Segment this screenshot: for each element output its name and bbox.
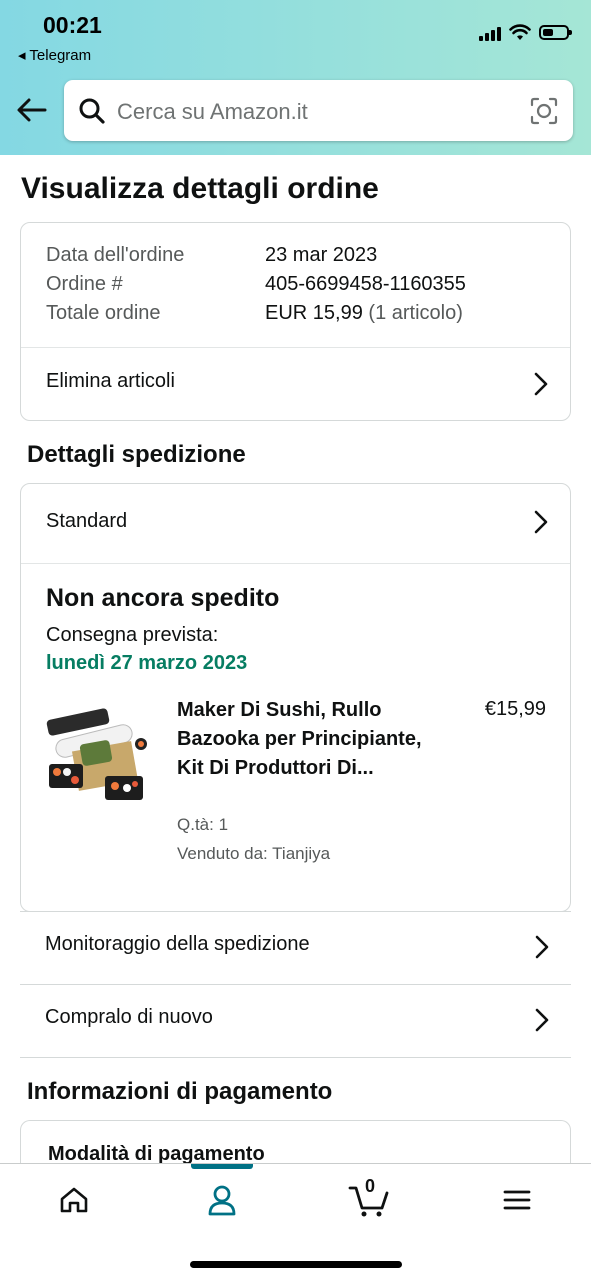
back-arrow-icon[interactable] (14, 92, 50, 128)
chevron-right-icon (534, 510, 548, 534)
order-item-count: (1 articolo) (368, 302, 463, 324)
page-title: Visualizza dettagli ordine (21, 172, 379, 205)
order-number-value: 405-6699458-1160355 (265, 273, 466, 295)
chevron-right-icon (535, 935, 549, 959)
shipping-method-label: Standard (46, 510, 128, 532)
tab-cart[interactable]: 0 (339, 1176, 399, 1222)
buy-again-label: Compralo di nuovo (45, 1006, 213, 1028)
order-date-label: Data dell'ordine (46, 244, 185, 266)
cellular-signal-icon (479, 25, 501, 41)
product-image[interactable] (45, 706, 155, 806)
shipping-method-row[interactable]: Standard (21, 484, 570, 563)
shipping-section-title: Dettagli spedizione (27, 441, 246, 468)
order-date-value: 23 mar 2023 (265, 244, 378, 266)
track-shipment-row[interactable]: Monitoraggio della spedizione (20, 911, 571, 984)
chevron-right-icon (534, 372, 548, 396)
camera-icon[interactable] (529, 96, 559, 126)
product-seller: Venduto da: Tianjiya (177, 844, 331, 863)
track-shipment-label: Monitoraggio della spedizione (45, 933, 310, 955)
cart-count-badge: 0 (365, 1176, 376, 1196)
order-total-amount: EUR 15,99 (265, 302, 363, 324)
buy-again-row[interactable]: Compralo di nuovo (20, 984, 571, 1058)
battery-icon (539, 25, 572, 40)
user-icon (208, 1185, 236, 1216)
menu-icon (503, 1190, 531, 1210)
chevron-right-icon (535, 1008, 549, 1032)
tab-account[interactable] (192, 1178, 252, 1222)
product-name[interactable]: Maker Di Sushi, Rullo Bazooka per Princi… (177, 696, 422, 783)
home-icon (60, 1187, 88, 1213)
status-icons (479, 24, 572, 41)
delivery-date: lunedì 27 marzo 2023 (46, 652, 248, 674)
order-total-label: Totale ordine (46, 302, 161, 324)
delete-items-label: Elimina articoli (46, 370, 175, 392)
shipment-status: Non ancora spedito (46, 584, 280, 612)
search-input[interactable]: Cerca su Amazon.it (64, 80, 573, 141)
status-back-to-telegram[interactable]: ◂ Telegram (18, 46, 91, 64)
delivery-label: Consegna prevista: (46, 624, 219, 646)
status-time: 00:21 (43, 12, 102, 38)
payment-section-title: Informazioni di pagamento (27, 1078, 333, 1105)
order-summary-card: Data dell'ordine 23 mar 2023 Ordine # 40… (20, 222, 571, 421)
divider (21, 563, 570, 564)
product-quantity: Q.tà: 1 (177, 815, 229, 834)
product-price: €15,99 (484, 698, 546, 720)
wifi-icon (509, 24, 531, 40)
home-indicator[interactable] (190, 1261, 402, 1268)
order-total-value: EUR 15,99 (1 articolo) (265, 302, 463, 325)
shipping-card: Standard Non ancora spedito Consegna pre… (20, 483, 571, 912)
order-number-label: Ordine # (46, 273, 123, 295)
active-tab-indicator (191, 1164, 253, 1169)
search-icon (79, 98, 105, 124)
tab-home[interactable] (44, 1178, 104, 1222)
tab-menu[interactable] (487, 1178, 547, 1222)
delete-items-row[interactable]: Elimina articoli (21, 348, 570, 422)
search-placeholder: Cerca su Amazon.it (117, 99, 308, 124)
app-header: 00:21 ◂ Telegram Cerca su Amazon.it (0, 0, 591, 155)
